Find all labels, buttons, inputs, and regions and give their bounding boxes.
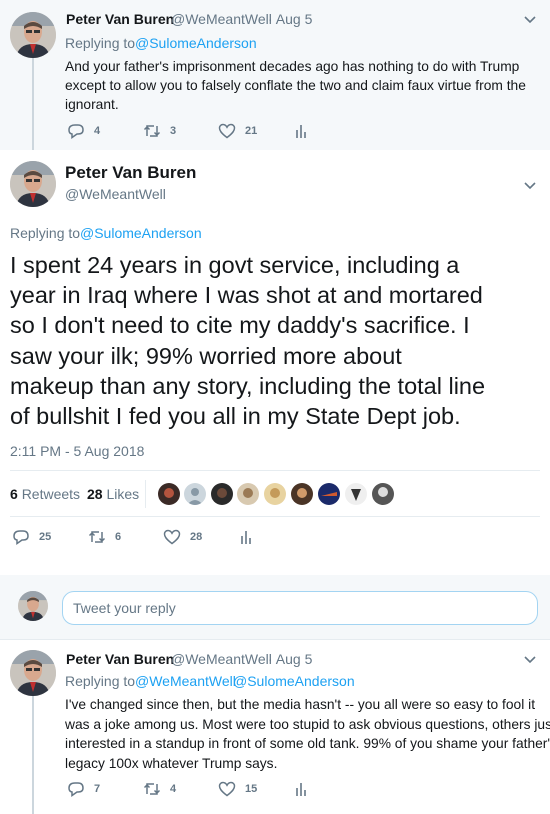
parent-tweet-text: And your father's imprisonment decades a… bbox=[65, 57, 526, 114]
reply-count: 7 bbox=[94, 783, 101, 795]
tweet-text-line: I've changed since then, but the media h… bbox=[65, 697, 536, 712]
like-button[interactable]: 21 bbox=[218, 123, 257, 139]
retweets-label: Retweets bbox=[21, 486, 81, 502]
divider bbox=[0, 639, 550, 640]
divider bbox=[10, 470, 540, 471]
likes-number: 28 bbox=[87, 486, 103, 502]
analytics-icon bbox=[296, 125, 306, 138]
parent-replying-label: Replying to bbox=[65, 35, 136, 51]
likes-label: Likes bbox=[106, 486, 140, 502]
reply-icon bbox=[13, 530, 29, 545]
reply-button[interactable]: 7 bbox=[67, 781, 100, 797]
tweet-text-line: makeup than any story, including the tot… bbox=[10, 372, 486, 399]
liker-avatar[interactable] bbox=[291, 483, 313, 505]
main-replying-to-link[interactable]: @SulomeAnderson bbox=[80, 225, 202, 241]
tweet-text-line: interested in a standup in front of some… bbox=[65, 736, 550, 751]
avatar[interactable] bbox=[10, 12, 56, 58]
likes-stat[interactable]: 28 Likes bbox=[87, 486, 139, 502]
liker-avatar[interactable] bbox=[264, 483, 286, 505]
heart-icon bbox=[163, 529, 181, 545]
retweet-icon bbox=[143, 125, 161, 137]
reply-count: 4 bbox=[94, 125, 101, 137]
retweet-count: 3 bbox=[170, 125, 177, 137]
chevron-down-icon[interactable] bbox=[522, 651, 538, 667]
reply-button[interactable]: 4 bbox=[67, 123, 100, 139]
like-button[interactable]: 28 bbox=[163, 529, 202, 545]
main-tweet-text: I spent 24 years in govt service, includ… bbox=[10, 250, 485, 431]
tweet-text-line: except to allow you to falsely conflate … bbox=[65, 78, 526, 93]
child-replying-label: Replying to bbox=[65, 673, 136, 689]
retweet-count: 4 bbox=[170, 783, 177, 795]
avatar[interactable] bbox=[10, 650, 56, 696]
tweet-text-line: ignorant. bbox=[65, 97, 119, 112]
chevron-down-icon[interactable] bbox=[522, 11, 538, 27]
liker-avatar[interactable] bbox=[237, 483, 259, 505]
retweet-button[interactable]: 3 bbox=[143, 123, 176, 139]
reply-input[interactable]: Tweet your reply bbox=[62, 591, 538, 625]
tweet-text-line: saw your ilk; 99% worried more about bbox=[10, 342, 402, 369]
liker-avatar[interactable] bbox=[158, 483, 180, 505]
like-count: 28 bbox=[190, 531, 203, 543]
liker-avatar[interactable] bbox=[372, 483, 394, 505]
parent-replying-to-link[interactable]: @SulomeAnderson bbox=[135, 35, 257, 51]
retweets-number: 6 bbox=[10, 486, 18, 502]
child-tweet-text: I've changed since then, but the media h… bbox=[65, 695, 550, 773]
liker-avatar[interactable] bbox=[211, 483, 233, 505]
tweet-text-line: was a joke among us. Most were too stupi… bbox=[65, 716, 550, 732]
tweet-text-line: legacy 100x whatever Trump says. bbox=[65, 755, 278, 771]
liker-avatar[interactable] bbox=[318, 483, 340, 505]
retweet-count: 6 bbox=[115, 531, 122, 543]
tweet-text-line: of bullshit I fed you all in my State De… bbox=[10, 403, 461, 430]
liker-avatar[interactable] bbox=[345, 483, 367, 505]
analytics-button[interactable] bbox=[240, 529, 254, 545]
tweet-text-line: year in Iraq where I was shot at and mor… bbox=[10, 282, 483, 309]
liker-avatar[interactable] bbox=[184, 483, 206, 505]
parent-date[interactable]: · Aug 5 bbox=[268, 11, 312, 27]
avatar[interactable] bbox=[10, 161, 56, 207]
chevron-down-icon[interactable] bbox=[522, 177, 538, 193]
analytics-button[interactable] bbox=[295, 123, 309, 139]
main-replying-label: Replying to bbox=[10, 225, 81, 241]
thread-line-bottom bbox=[32, 696, 34, 814]
heart-icon bbox=[218, 781, 236, 797]
child-replying-to-link[interactable]: @SulomeAnderson bbox=[233, 673, 355, 689]
avatar[interactable] bbox=[18, 591, 48, 621]
analytics-button[interactable] bbox=[295, 781, 309, 797]
like-count: 21 bbox=[245, 125, 258, 137]
retweet-button[interactable]: 4 bbox=[143, 781, 176, 797]
main-handle[interactable]: @WeMeantWell bbox=[65, 186, 166, 202]
retweets-stat[interactable]: 6 Retweets bbox=[10, 486, 80, 502]
parent-display-name[interactable]: Peter Van Buren bbox=[66, 11, 174, 27]
retweet-button[interactable]: 6 bbox=[88, 529, 121, 545]
tweet-timestamp[interactable]: 2:11 PM - 5 Aug 2018 bbox=[10, 443, 144, 459]
retweet-icon bbox=[143, 783, 161, 795]
analytics-icon bbox=[241, 531, 251, 544]
child-handle[interactable]: @WeMeantWell bbox=[171, 651, 272, 667]
child-date[interactable]: · Aug 5 bbox=[268, 651, 312, 667]
analytics-icon bbox=[296, 783, 306, 796]
child-display-name[interactable]: Peter Van Buren bbox=[66, 651, 174, 667]
tweet-text-line: so I don't need to cite my daddy's sacri… bbox=[10, 312, 470, 339]
stats-separator bbox=[145, 480, 146, 508]
child-replying-to-link[interactable]: @WeMeantWell bbox=[135, 673, 236, 689]
tweet-text-line: And your father's imprisonment decades a… bbox=[65, 59, 520, 74]
tweet-text-line: I spent 24 years in govt service, includ… bbox=[10, 252, 460, 278]
reply-icon bbox=[68, 124, 84, 139]
parent-handle[interactable]: @WeMeantWell bbox=[171, 11, 272, 27]
main-display-name[interactable]: Peter Van Buren bbox=[65, 163, 196, 183]
like-button[interactable]: 15 bbox=[218, 781, 257, 797]
reply-icon bbox=[68, 782, 84, 797]
reply-count: 25 bbox=[39, 531, 52, 543]
retweet-icon bbox=[88, 531, 106, 543]
like-count: 15 bbox=[245, 783, 258, 795]
reply-button[interactable]: 25 bbox=[12, 529, 51, 545]
thread-line-top bbox=[32, 58, 34, 150]
divider bbox=[10, 516, 540, 517]
heart-icon bbox=[218, 123, 236, 139]
